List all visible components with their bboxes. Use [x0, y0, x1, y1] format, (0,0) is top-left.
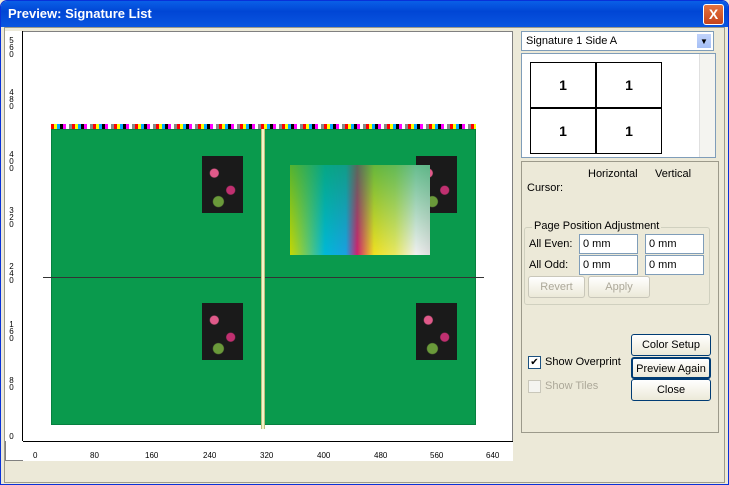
horizontal-ruler: 0 80 160 240 320 400 480 560 640	[23, 441, 513, 461]
side-select-value: Signature 1 Side A	[526, 35, 618, 47]
cursor-label: Cursor:	[527, 182, 564, 194]
close-button[interactable]: Close	[631, 379, 711, 401]
vertical-label: Vertical	[655, 168, 692, 180]
close-window-icon[interactable]: X	[703, 4, 724, 25]
window-title: Preview: Signature List	[8, 6, 152, 21]
hruler-label: 400	[317, 451, 331, 460]
apply-button[interactable]: Apply	[588, 276, 650, 298]
vruler-label: 4 0 0	[9, 150, 14, 173]
thumbnail-scrollbar[interactable]	[699, 54, 715, 157]
show-overprint-label: Show Overprint	[545, 356, 621, 368]
hruler-label: 480	[374, 451, 388, 460]
page-image	[202, 303, 243, 360]
page-image	[416, 303, 457, 360]
chevron-down-icon[interactable]: ▼	[696, 33, 712, 49]
revert-button[interactable]: Revert	[528, 276, 585, 298]
vruler-label: 1 6 0	[9, 320, 14, 343]
hruler-label: 560	[430, 451, 444, 460]
preview-again-button[interactable]: Preview Again	[631, 357, 711, 379]
preview-window: Preview: Signature List X 5 6 0 4 8 0 4 …	[0, 0, 729, 485]
all-odd-horizontal-input[interactable]: 0 mm	[579, 255, 638, 275]
vertical-ruler: 5 6 0 4 8 0 4 0 0 3 2 0 2 4 0 1 6 0 8 0 …	[5, 31, 23, 441]
show-tiles-label: Show Tiles	[545, 380, 599, 392]
title-bar: Preview: Signature List X	[1, 1, 728, 27]
vruler-label: 0	[9, 432, 14, 441]
thumb-page: 1	[530, 62, 596, 108]
thumb-page: 1	[596, 108, 662, 154]
show-tiles-checkbox[interactable]	[528, 380, 541, 393]
show-overprint-checkbox[interactable]: ✔	[528, 356, 541, 369]
thumb-page: 1	[530, 108, 596, 154]
page-image	[202, 156, 243, 213]
all-odd-label: All Odd:	[529, 259, 569, 271]
vruler-label: 2 4 0	[9, 262, 14, 285]
group-title: Page Position Adjustment	[532, 220, 662, 232]
vruler-label: 5 6 0	[9, 36, 14, 59]
fold-line-vertical	[261, 129, 265, 429]
hruler-label: 640	[486, 451, 500, 460]
horizontal-label: Horizontal	[588, 168, 638, 180]
vruler-label: 4 8 0	[9, 88, 14, 111]
all-even-horizontal-input[interactable]: 0 mm	[579, 234, 638, 254]
hruler-label: 0	[33, 451, 38, 460]
thumb-page: 1	[596, 62, 662, 108]
hruler-label: 160	[145, 451, 159, 460]
all-odd-vertical-input[interactable]: 0 mm	[645, 255, 704, 275]
all-even-vertical-input[interactable]: 0 mm	[645, 234, 704, 254]
all-even-label: All Even:	[529, 238, 573, 250]
color-setup-button[interactable]: Color Setup	[631, 334, 711, 356]
signature-thumbnail[interactable]: 1 1 1 1	[521, 53, 716, 158]
side-select[interactable]: Signature 1 Side A ▼	[521, 31, 714, 51]
hruler-label: 240	[203, 451, 217, 460]
hruler-label: 320	[260, 451, 274, 460]
vruler-label: 3 2 0	[9, 206, 14, 229]
color-wedge	[290, 165, 430, 255]
hruler-label: 80	[90, 451, 99, 460]
vruler-label: 8 0	[9, 376, 14, 392]
